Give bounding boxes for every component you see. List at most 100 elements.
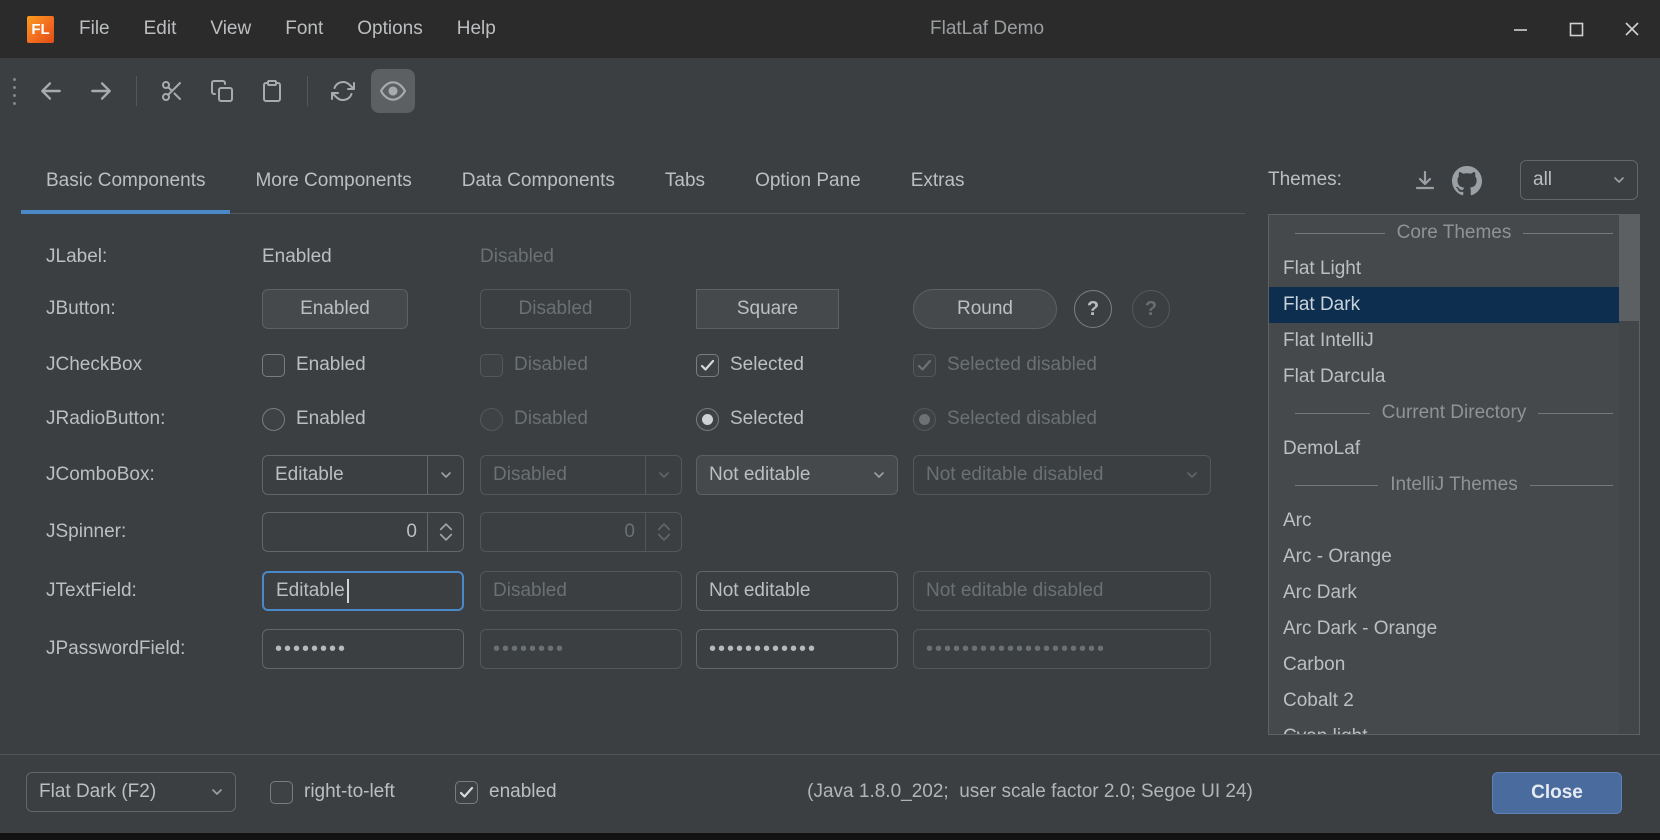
radio-selected[interactable]: Selected (696, 399, 804, 439)
tab-option-pane[interactable]: Option Pane (730, 148, 886, 213)
theme-item-demolaf[interactable]: DemoLaf (1269, 431, 1639, 467)
passwordfield-editable[interactable]: •••••••• (262, 629, 464, 669)
theme-item-cyan-light[interactable]: Cyan light (1269, 719, 1639, 735)
passwordfield-not-editable[interactable]: •••••••••••• (696, 629, 898, 669)
radio-label: Selected disabled (947, 408, 1097, 430)
checkbox-label: Disabled (514, 354, 588, 376)
spinner-stepper[interactable] (427, 513, 463, 551)
chevron-down-icon (645, 456, 681, 494)
download-themes-button[interactable] (1410, 166, 1440, 196)
title-bar: FL File Edit View Font Options Help Flat… (0, 0, 1660, 58)
cut-button[interactable] (150, 69, 194, 113)
enabled-checkbox[interactable]: enabled (455, 772, 557, 812)
radio-circle (262, 408, 285, 431)
radio-label: Enabled (296, 408, 366, 430)
back-arrow-icon (38, 78, 64, 104)
theme-group-separator: IntelliJ Themes (1269, 467, 1639, 503)
checkbox-label: Enabled (296, 354, 366, 376)
chevron-down-icon (861, 456, 897, 494)
back-button[interactable] (29, 69, 73, 113)
help-button[interactable]: ? (1074, 290, 1112, 328)
scissors-icon (160, 79, 184, 103)
theme-item-flat-darcula[interactable]: Flat Darcula (1269, 359, 1639, 395)
jlabel-enabled: Enabled (262, 237, 332, 277)
close-button[interactable]: Close (1492, 772, 1622, 814)
menu-file[interactable]: File (62, 0, 127, 58)
combobox-editable[interactable]: Editable (262, 455, 464, 495)
menu-font[interactable]: Font (268, 0, 340, 58)
laf-selector-combobox[interactable]: Flat Dark (F2) (26, 772, 236, 812)
themes-list: Core Themes Flat Light Flat Dark Flat In… (1268, 214, 1640, 735)
textfield-value: Disabled (493, 580, 567, 602)
github-link-button[interactable] (1452, 166, 1482, 196)
themes-label: Themes: (1268, 160, 1342, 200)
checkbox-disabled: Disabled (480, 345, 588, 385)
chevron-up-icon (657, 522, 671, 531)
checkbox-label: Selected (730, 354, 804, 376)
jcheckbox-row-label: JCheckBox (46, 345, 251, 385)
themes-filter-combobox[interactable]: all (1520, 160, 1638, 200)
checkbox-label: right-to-left (304, 781, 395, 803)
scrollbar-thumb[interactable] (1619, 215, 1639, 321)
clipboard-icon (260, 79, 284, 103)
show-preview-toggle-button[interactable] (371, 69, 415, 113)
menu-edit[interactable]: Edit (127, 0, 194, 58)
textfield-editable[interactable]: Editable (262, 571, 464, 611)
copy-button[interactable] (200, 69, 244, 113)
theme-item-arc-orange[interactable]: Arc - Orange (1269, 539, 1639, 575)
tab-more-components[interactable]: More Components (230, 148, 436, 213)
theme-item-flat-dark[interactable]: Flat Dark (1269, 287, 1639, 323)
square-button[interactable]: Square (696, 289, 839, 329)
jlabel-disabled: Disabled (480, 237, 554, 277)
checkbox-box (480, 354, 503, 377)
theme-item-cobalt-2[interactable]: Cobalt 2 (1269, 683, 1639, 719)
round-button[interactable]: Round (913, 289, 1057, 329)
laf-selector-value: Flat Dark (F2) (27, 781, 199, 803)
theme-item-arc-dark[interactable]: Arc Dark (1269, 575, 1639, 611)
chevron-down-icon (1601, 161, 1637, 199)
theme-item-arc-dark-orange[interactable]: Arc Dark - Orange (1269, 611, 1639, 647)
close-window-button[interactable] (1604, 0, 1660, 58)
paste-button[interactable] (250, 69, 294, 113)
theme-item-arc[interactable]: Arc (1269, 503, 1639, 539)
radio-enabled[interactable]: Enabled (262, 399, 366, 439)
enabled-button[interactable]: Enabled (262, 289, 408, 329)
spinner-enabled[interactable]: 0 (262, 512, 464, 552)
passwordfield-not-editable-disabled: •••••••••••••••••••• (913, 629, 1211, 669)
spinner-value[interactable]: 0 (263, 521, 427, 543)
menu-options[interactable]: Options (340, 0, 439, 58)
forward-button[interactable] (79, 69, 123, 113)
tab-tabs[interactable]: Tabs (640, 148, 730, 213)
checkbox-enabled[interactable]: Enabled (262, 345, 366, 385)
checkbox-selected[interactable]: Selected (696, 345, 804, 385)
tab-basic-components[interactable]: Basic Components (21, 148, 230, 213)
minimize-button[interactable] (1492, 0, 1548, 58)
tab-data-components[interactable]: Data Components (437, 148, 640, 213)
chevron-down-icon (1174, 456, 1210, 494)
forward-arrow-icon (88, 78, 114, 104)
minimize-icon (1513, 22, 1528, 37)
textfield-not-editable-disabled: Not editable disabled (913, 571, 1211, 611)
tab-extras[interactable]: Extras (886, 148, 990, 213)
chevron-down-icon[interactable] (427, 456, 463, 494)
combobox-not-editable[interactable]: Not editable (696, 455, 898, 495)
textfield-not-editable[interactable]: Not editable (696, 571, 898, 611)
toolbar-grip-handle[interactable] (13, 78, 16, 105)
chevron-down-icon (439, 533, 453, 542)
right-to-left-checkbox[interactable]: right-to-left (270, 772, 395, 812)
toolbar-separator (136, 76, 137, 106)
menu-help[interactable]: Help (440, 0, 513, 58)
spinner-value: 0 (481, 521, 645, 543)
menu-view[interactable]: View (193, 0, 268, 58)
maximize-button[interactable] (1548, 0, 1604, 58)
theme-item-flat-light[interactable]: Flat Light (1269, 251, 1639, 287)
combobox-value: Not editable (697, 464, 861, 486)
checkbox-box (262, 354, 285, 377)
jlabel-row-label: JLabel: (46, 237, 251, 277)
theme-item-flat-intellij[interactable]: Flat IntelliJ (1269, 323, 1639, 359)
refresh-button[interactable] (321, 69, 365, 113)
themes-scrollbar[interactable] (1619, 215, 1639, 734)
jbutton-row-label: JButton: (46, 289, 251, 329)
theme-item-carbon[interactable]: Carbon (1269, 647, 1639, 683)
password-value: •••••••• (275, 638, 347, 661)
